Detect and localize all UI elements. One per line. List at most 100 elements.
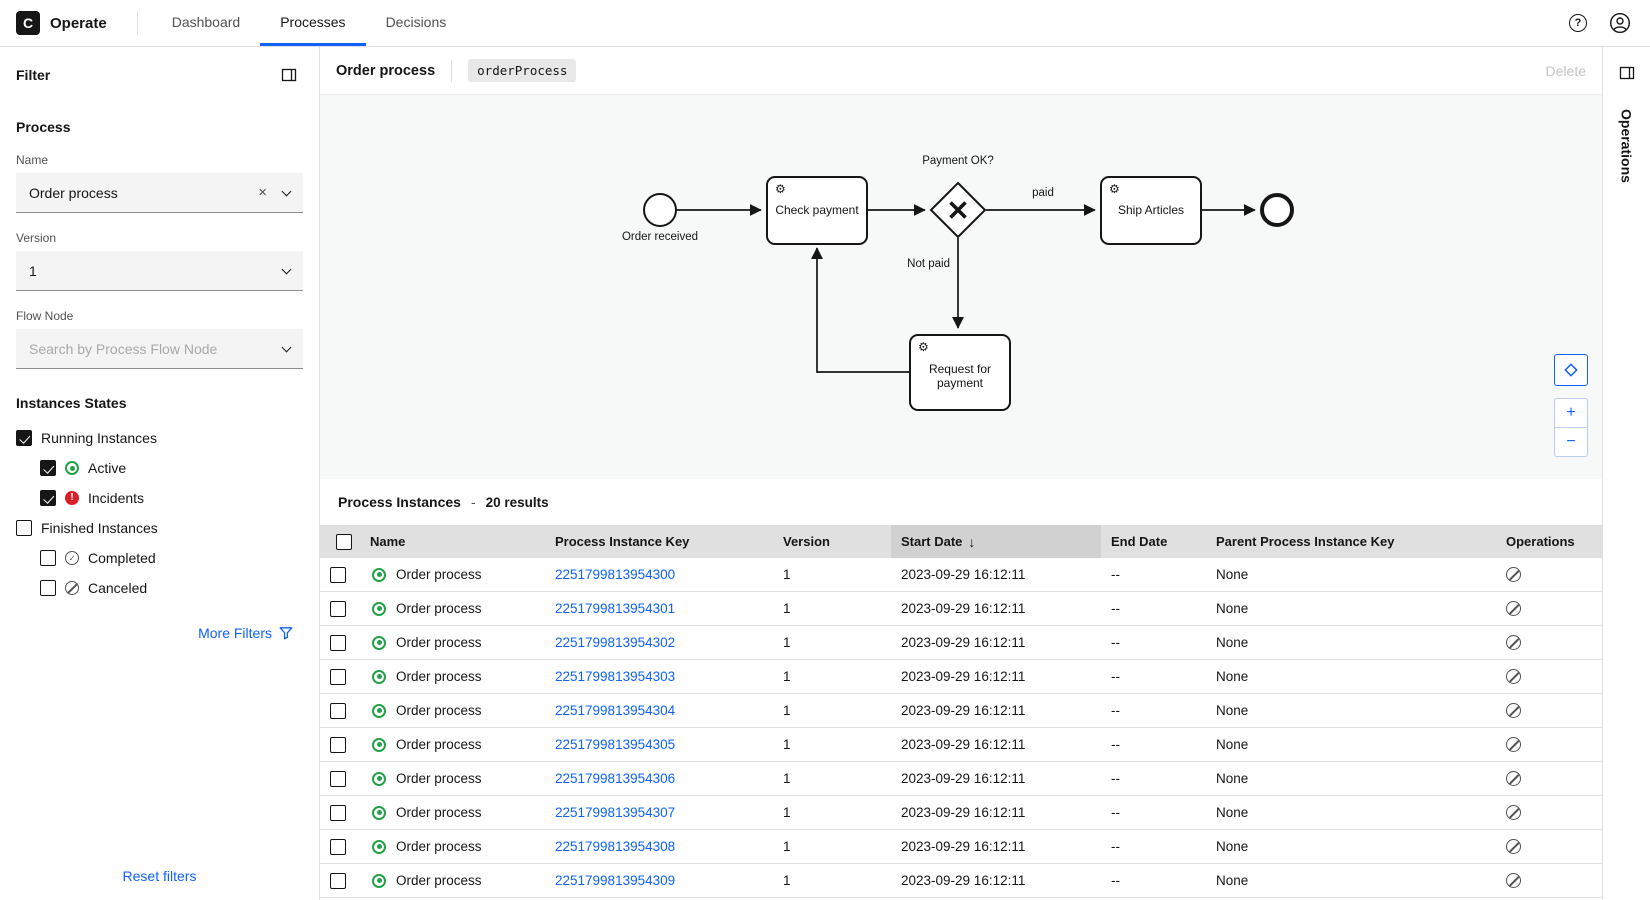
process-title: Order process xyxy=(336,62,436,79)
instance-end-date: -- xyxy=(1111,839,1120,854)
instance-key-link[interactable]: 2251799813954307 xyxy=(555,805,675,820)
cancel-operation-icon[interactable] xyxy=(1506,771,1521,786)
instance-start-date: 2023-09-29 16:12:11 xyxy=(901,601,1026,616)
instance-parent-key: None xyxy=(1216,839,1249,854)
start-event-order-received[interactable]: Order received xyxy=(622,193,698,243)
instance-name: Order process xyxy=(396,635,482,650)
cancel-operation-icon[interactable] xyxy=(1506,669,1521,684)
filter-funnel-icon xyxy=(279,627,293,640)
gateway-payment-ok[interactable]: Payment OK? xyxy=(922,155,994,239)
help-button[interactable]: ? xyxy=(1564,9,1592,37)
cancel-operation-icon[interactable] xyxy=(1506,839,1521,854)
filter-panel-title: Filter xyxy=(16,67,51,83)
state-label: Running Instances xyxy=(41,430,157,446)
checkbox[interactable] xyxy=(40,460,56,476)
instance-key-link[interactable]: 2251799813954309 xyxy=(555,873,675,888)
end-event[interactable] xyxy=(1260,193,1294,227)
cancel-operation-icon[interactable] xyxy=(1506,873,1521,888)
instances-table-header: Name Process Instance Key Version Start … xyxy=(320,525,1602,558)
checkbox[interactable] xyxy=(40,580,56,596)
cancel-operation-icon[interactable] xyxy=(1506,805,1521,820)
table-row: Order process 2251799813954309 1 2023-09… xyxy=(320,864,1602,898)
filter-state-row[interactable]: Active xyxy=(16,453,303,483)
process-name-dropdown[interactable]: Order process × xyxy=(16,173,303,213)
cancel-operation-icon[interactable] xyxy=(1506,567,1521,582)
name-field-label: Name xyxy=(16,153,49,167)
bpmn-diagram-canvas[interactable]: Order received ⚙ Check payment Payment O… xyxy=(320,95,1602,479)
delete-button[interactable]: Delete xyxy=(1546,63,1586,79)
active-state-icon xyxy=(372,635,386,650)
clear-selection-icon[interactable]: × xyxy=(258,185,267,200)
tab-dashboard[interactable]: Dashboard xyxy=(152,0,261,46)
column-header-version[interactable]: Version xyxy=(773,525,891,558)
row-checkbox[interactable] xyxy=(330,600,346,617)
instance-key-link[interactable]: 2251799813954301 xyxy=(555,601,675,616)
row-checkbox[interactable] xyxy=(330,566,346,583)
cancel-operation-icon[interactable] xyxy=(1506,737,1521,752)
select-all-checkbox[interactable] xyxy=(336,533,352,550)
instance-key-link[interactable]: 2251799813954300 xyxy=(555,567,675,582)
instance-key-link[interactable]: 2251799813954302 xyxy=(555,635,675,650)
column-header-end-date[interactable]: End Date xyxy=(1101,525,1206,558)
filter-state-row[interactable]: Completed xyxy=(16,543,303,573)
row-checkbox[interactable] xyxy=(330,838,346,855)
instance-name: Order process xyxy=(396,737,482,752)
row-checkbox[interactable] xyxy=(330,668,346,685)
more-filters-button[interactable]: More Filters xyxy=(198,625,293,641)
row-checkbox[interactable] xyxy=(330,702,346,719)
filter-state-row[interactable]: Running Instances xyxy=(16,423,303,453)
zoom-out-button[interactable]: − xyxy=(1554,427,1588,457)
instance-name: Order process xyxy=(396,703,482,718)
column-header-key[interactable]: Process Instance Key xyxy=(545,525,773,558)
filter-state-row[interactable]: Canceled xyxy=(16,573,303,603)
process-instances-section: Process Instances - 20 results Name Proc… xyxy=(320,479,1602,900)
row-checkbox[interactable] xyxy=(330,770,346,787)
collapse-filter-panel-button[interactable] xyxy=(275,61,303,89)
process-version-dropdown[interactable]: 1 xyxy=(16,251,303,291)
instance-key-link[interactable]: 2251799813954308 xyxy=(555,839,675,854)
task-check-payment[interactable]: ⚙ Check payment xyxy=(766,176,868,245)
process-name-value: Order process xyxy=(29,184,118,201)
row-checkbox[interactable] xyxy=(330,736,346,753)
column-header-start-date[interactable]: Start Date ↓ xyxy=(891,525,1101,558)
checkbox[interactable] xyxy=(16,430,32,446)
active-icon xyxy=(65,461,79,475)
checkbox[interactable] xyxy=(40,490,56,506)
row-checkbox[interactable] xyxy=(330,634,346,651)
instance-name: Order process xyxy=(396,669,482,684)
reset-diagram-view-button[interactable] xyxy=(1554,354,1588,386)
row-checkbox[interactable] xyxy=(330,804,346,821)
operations-panel: Operations xyxy=(1602,47,1650,900)
instance-end-date: -- xyxy=(1111,873,1120,888)
cancel-operation-icon[interactable] xyxy=(1506,601,1521,616)
instance-name: Order process xyxy=(396,873,482,888)
expand-operations-panel-button[interactable] xyxy=(1613,59,1641,87)
instance-key-link[interactable]: 2251799813954303 xyxy=(555,669,675,684)
instance-start-date: 2023-09-29 16:12:11 xyxy=(901,873,1026,888)
checkbox[interactable] xyxy=(16,520,32,536)
tab-decisions[interactable]: Decisions xyxy=(366,0,467,46)
operations-panel-title: Operations xyxy=(1618,109,1635,183)
app-brand[interactable]: C Operate xyxy=(0,11,123,35)
flow-node-placeholder: Search by Process Flow Node xyxy=(29,340,218,357)
user-menu-button[interactable] xyxy=(1606,9,1634,37)
tab-processes[interactable]: Processes xyxy=(260,0,366,46)
instance-key-link[interactable]: 2251799813954305 xyxy=(555,737,675,752)
checkbox[interactable] xyxy=(40,550,56,566)
cancel-operation-icon[interactable] xyxy=(1506,635,1521,650)
flow-node-dropdown[interactable]: Search by Process Flow Node xyxy=(16,329,303,369)
instance-key-link[interactable]: 2251799813954306 xyxy=(555,771,675,786)
instance-key-link[interactable]: 2251799813954304 xyxy=(555,703,675,718)
filter-state-row[interactable]: Finished Instances xyxy=(16,513,303,543)
cancel-operation-icon[interactable] xyxy=(1506,703,1521,718)
row-checkbox[interactable] xyxy=(330,872,346,889)
filter-state-row[interactable]: Incidents xyxy=(16,483,303,513)
column-header-name[interactable]: Name xyxy=(360,525,545,558)
zoom-in-button[interactable]: + xyxy=(1554,398,1588,428)
active-state-icon xyxy=(372,601,386,616)
app-name: Operate xyxy=(50,14,107,32)
instance-version: 1 xyxy=(783,873,791,888)
reset-filters-button[interactable]: Reset filters xyxy=(123,868,197,884)
task-ship-articles[interactable]: ⚙ Ship Articles xyxy=(1100,176,1202,245)
task-request-for-payment[interactable]: ⚙ Request for payment xyxy=(909,334,1011,411)
